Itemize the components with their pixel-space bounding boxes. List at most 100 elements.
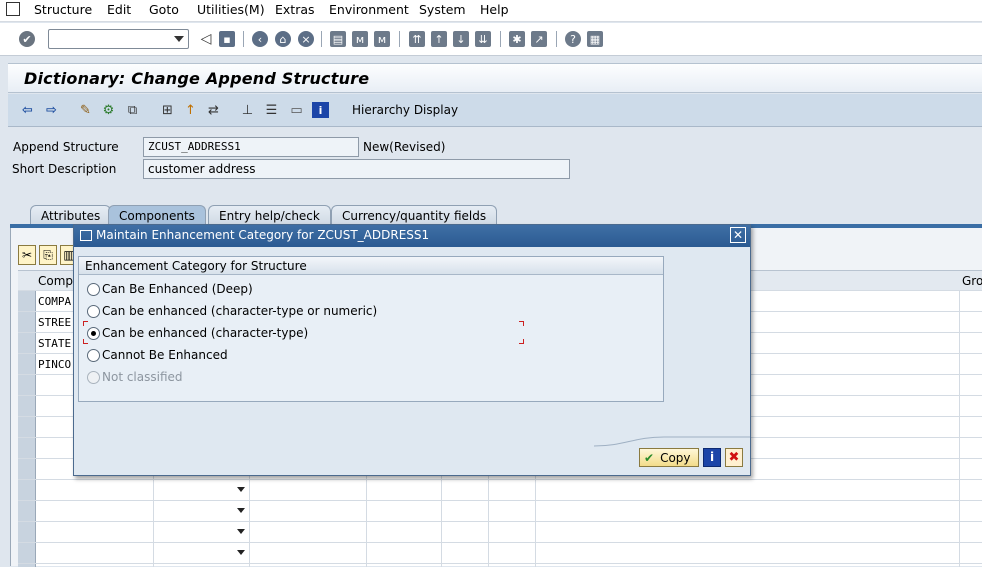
focus-corner <box>519 321 524 326</box>
find-next-icon[interactable]: ᴍ <box>374 31 390 47</box>
menu-help[interactable]: Help <box>480 2 509 17</box>
navigate-icon[interactable]: ⇄ <box>205 102 222 118</box>
forward-arrow-icon[interactable]: ⇨ <box>43 102 60 118</box>
focus-corner <box>83 339 88 344</box>
option-label: Can Be Enhanced (Deep) <box>102 282 253 296</box>
title-bar: Dictionary: Change Append Structure <box>8 63 982 93</box>
command-field[interactable] <box>48 29 189 49</box>
menu-extras[interactable]: Extras <box>275 2 315 17</box>
hierarchy-display-button[interactable]: Hierarchy Display <box>352 103 458 117</box>
back-icon[interactable]: ‹ <box>252 31 268 47</box>
option-char-or-numeric[interactable]: Can be enhanced (character-type or numer… <box>87 302 377 320</box>
cancel-icon[interactable]: × <box>298 31 314 47</box>
option-can-be-enhanced-deep[interactable]: Can Be Enhanced (Deep) <box>87 280 253 298</box>
menu-environment[interactable]: Environment <box>329 2 409 17</box>
option-label: Can be enhanced (character-type) <box>102 326 309 340</box>
focus-corner <box>519 339 524 344</box>
where-used-icon[interactable]: ⊞ <box>159 102 176 118</box>
enhancement-category-group: Enhancement Category for Structure Can B… <box>78 256 664 402</box>
chevron-down-icon[interactable] <box>237 508 245 513</box>
create-session-icon[interactable]: ✱ <box>509 31 525 47</box>
cut-icon[interactable]: ✂ <box>18 245 36 265</box>
display-change-icon[interactable]: ✎ <box>77 102 94 118</box>
window-icon <box>80 230 92 241</box>
table-row[interactable] <box>18 501 982 522</box>
back-triangle-icon[interactable]: ◁ <box>198 31 214 47</box>
copy-button-label: Copy <box>660 450 691 465</box>
menu-system[interactable]: System <box>419 2 466 17</box>
save-icon[interactable]: ▪ <box>219 31 235 47</box>
checkmark-icon: ✔ <box>644 450 655 465</box>
tab-entry-help-check[interactable]: Entry help/check <box>208 205 331 225</box>
copy-button[interactable]: ✔ Copy <box>639 448 699 467</box>
tab-components[interactable]: Components <box>108 205 206 225</box>
object-list-icon[interactable]: ☰ <box>263 102 280 118</box>
cancel-button[interactable]: ✖ <box>725 448 743 467</box>
component-name-cell[interactable]: COMPA <box>38 295 71 308</box>
next-page-icon[interactable]: ↓ <box>453 31 469 47</box>
radio-button[interactable] <box>87 282 100 296</box>
focus-corner <box>83 321 88 326</box>
menu-system-icon[interactable] <box>6 2 20 16</box>
option-label: Cannot Be Enhanced <box>102 348 228 362</box>
append-structure-label: Append Structure <box>13 140 119 154</box>
table-row[interactable] <box>18 522 982 543</box>
chevron-down-icon[interactable] <box>174 36 184 42</box>
last-page-icon[interactable]: ⇊ <box>475 31 491 47</box>
print-icon[interactable]: ▤ <box>330 31 346 47</box>
footer-divider <box>594 436 750 447</box>
radio-button-selected[interactable] <box>87 326 100 340</box>
copy-row-icon[interactable]: ⎘ <box>39 245 57 265</box>
table-row[interactable] <box>18 543 982 564</box>
column-header-group[interactable]: Gro <box>962 274 982 288</box>
chevron-down-icon[interactable] <box>237 550 245 555</box>
find-icon[interactable]: ᴍ <box>352 31 368 47</box>
cancel-x-icon: ✖ <box>728 450 740 465</box>
menu-bar: Structure Edit Goto Utilities(M) Extras … <box>0 0 982 22</box>
append-structure-field[interactable]: ZCUST_ADDRESS1 <box>143 137 359 157</box>
option-label: Can be enhanced (character-type or numer… <box>102 304 378 318</box>
exit-icon[interactable]: ⌂ <box>275 31 291 47</box>
table-view-icon[interactable]: ▭ <box>288 102 305 118</box>
info-button[interactable]: i <box>703 448 721 467</box>
option-not-classified: Not classified <box>87 368 183 386</box>
option-cannot-be-enhanced[interactable]: Cannot Be Enhanced <box>87 346 228 364</box>
menu-utilities[interactable]: Utilities(M) <box>197 2 265 17</box>
help-icon[interactable]: ? <box>565 31 581 47</box>
group-header: Enhancement Category for Structure <box>79 257 663 275</box>
check-icon[interactable]: ⚙ <box>100 102 117 118</box>
utilities-icon[interactable]: ↑ <box>182 102 199 118</box>
component-name-cell[interactable]: PINCO <box>38 358 71 371</box>
first-page-icon[interactable]: ⇈ <box>409 31 425 47</box>
option-character-type[interactable]: Can be enhanced (character-type) <box>87 324 308 342</box>
menu-edit[interactable]: Edit <box>107 2 131 17</box>
menu-structure[interactable]: Structure <box>34 2 92 17</box>
enter-check-icon[interactable]: ✔ <box>19 31 35 47</box>
component-name-cell[interactable]: STATE <box>38 337 71 350</box>
table-row[interactable] <box>18 480 982 501</box>
activate-icon[interactable]: ⧉ <box>124 102 141 118</box>
radio-button[interactable] <box>87 304 100 318</box>
menu-goto[interactable]: Goto <box>149 2 179 17</box>
enhancement-category-dialog: Maintain Enhancement Category for ZCUST_… <box>73 224 751 476</box>
chevron-down-icon[interactable] <box>237 487 245 492</box>
back-arrow-icon[interactable]: ⇦ <box>19 102 36 118</box>
short-description-field[interactable]: customer address <box>143 159 570 179</box>
shortcut-icon[interactable]: ↗ <box>531 31 547 47</box>
component-name-cell[interactable]: STREE <box>38 316 71 329</box>
info-icon: i <box>709 450 715 464</box>
radio-button[interactable] <box>87 348 100 362</box>
radio-button-disabled <box>87 370 100 384</box>
tab-currency-quantity-fields[interactable]: Currency/quantity fields <box>331 205 498 225</box>
hierarchy-icon[interactable]: ⊥ <box>239 102 256 118</box>
close-icon[interactable]: ✕ <box>730 227 746 243</box>
info-icon[interactable]: i <box>312 102 329 118</box>
dialog-title-bar: Maintain Enhancement Category for ZCUST_… <box>74 225 750 247</box>
status-text: New(Revised) <box>363 140 446 154</box>
previous-page-icon[interactable]: ↑ <box>431 31 447 47</box>
layout-menu-icon[interactable]: ▦ <box>587 31 603 47</box>
option-label: Not classified <box>102 370 183 384</box>
tab-attributes[interactable]: Attributes <box>30 205 112 225</box>
chevron-down-icon[interactable] <box>237 529 245 534</box>
short-description-label: Short Description <box>12 162 117 176</box>
